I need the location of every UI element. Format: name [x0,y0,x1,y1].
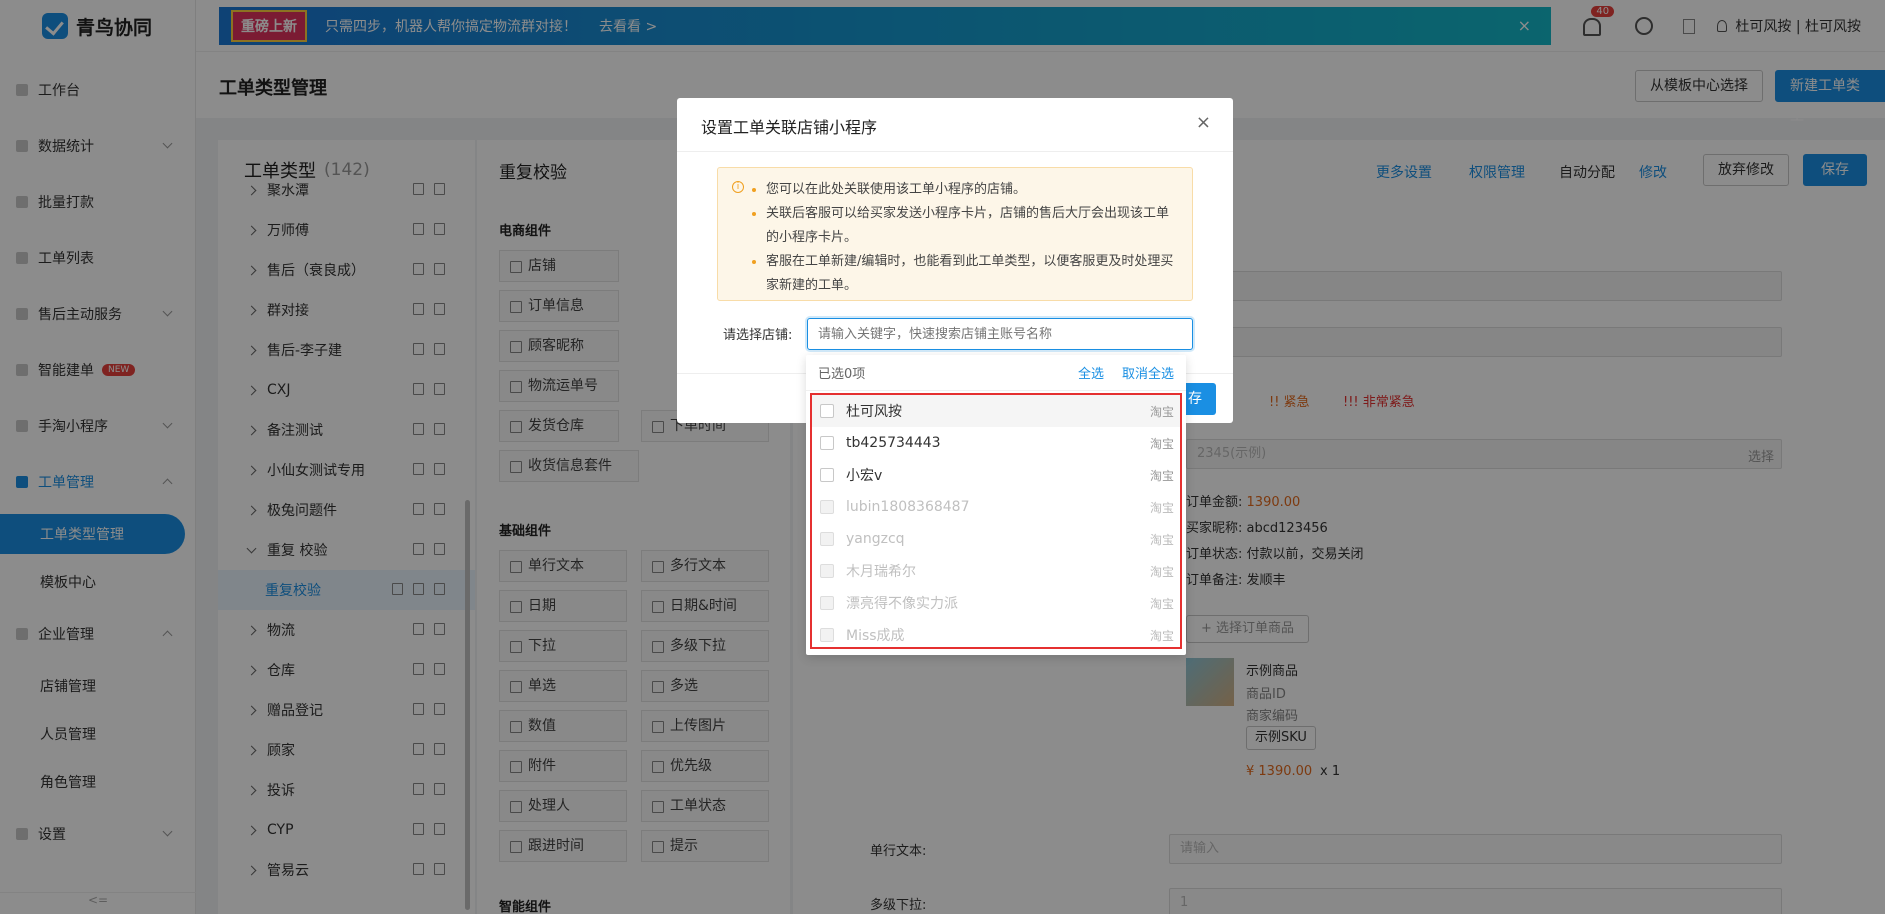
checkbox [820,532,834,546]
store-option-disabled: lubin1808368487 淘宝 [812,491,1180,523]
store-search-input[interactable] [807,318,1193,350]
modal-title: 设置工单关联店铺小程序 [701,118,878,137]
checkbox[interactable] [820,404,834,418]
notice-line: 客服在工单新建/编辑时，也能看到此工单类型，以便客服更及时处理买家新建的工单。 [750,250,1178,298]
modal-divider [677,151,1233,152]
modal-notice: i 您可以在此处关联使用该工单小程序的店铺。 关联后客服可以给买家发送小程序卡片… [717,167,1193,301]
store-option-disabled: 木月瑞希尔 淘宝 [812,555,1180,587]
modal-save-button[interactable]: 存 [1184,383,1216,415]
store-option[interactable]: 小宏v 淘宝 [812,459,1180,491]
store-option-disabled: yangzcq 淘宝 [812,523,1180,555]
checkbox [820,500,834,514]
info-icon: i [732,181,744,193]
notice-line: 关联后客服可以给买家发送小程序卡片，店铺的售后大厅会出现该工单的小程序卡片。 [750,202,1178,250]
checkbox[interactable] [820,468,834,482]
checkbox [820,564,834,578]
store-option-disabled: Miss成成 淘宝 [812,619,1180,651]
store-option[interactable]: 杜可风按 淘宝 [812,395,1180,427]
checkbox [820,596,834,610]
checkbox [820,628,834,642]
store-option[interactable]: tb425734443 淘宝 [812,427,1180,459]
select-all-link[interactable]: 全选 [1078,363,1104,382]
dropdown-header: 已选0项 全选 取消全选 [806,355,1186,391]
checkbox[interactable] [820,436,834,450]
store-dropdown: 已选0项 全选 取消全选 杜可风按 淘宝 tb425734443 淘宝 小宏v 淘宝 … [806,355,1186,655]
notice-line: 您可以在此处关联使用该工单小程序的店铺。 [750,178,1178,202]
store-list: 杜可风按 淘宝 tb425734443 淘宝 小宏v 淘宝 lubin18083684… [810,393,1182,649]
close-icon[interactable]: × [1196,112,1211,133]
selected-count: 已选0项 [818,367,866,382]
store-option-disabled: 漂亮得不像实力派 淘宝 [812,587,1180,619]
store-select-label: 请选择店铺: [723,328,793,343]
deselect-all-link[interactable]: 取消全选 [1122,363,1174,382]
